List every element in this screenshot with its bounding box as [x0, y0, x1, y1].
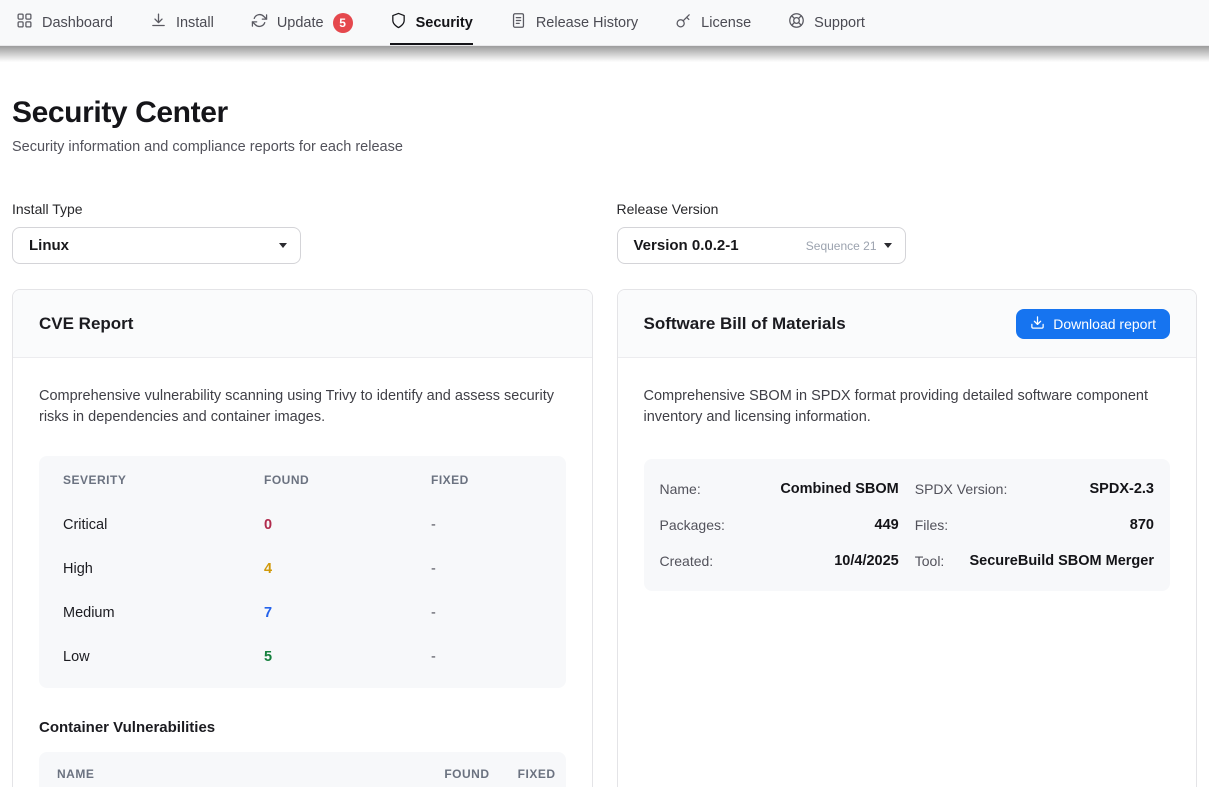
sbom-info-spdx-version: SPDX Version: SPDX-2.3 — [915, 471, 1154, 507]
download-icon — [1030, 315, 1045, 333]
sbom-card-title: Software Bill of Materials — [644, 314, 846, 334]
col-fixed: Fixed — [431, 473, 542, 487]
col-found: Found — [428, 767, 490, 781]
fixed-count: - — [431, 649, 542, 665]
col-fixed: Fixed — [508, 767, 556, 781]
sbom-info-files: Files: 870 — [915, 507, 1154, 543]
severity-table: Severity Found Fixed Critical 0 - High 4… — [39, 456, 566, 688]
download-report-label: Download report — [1053, 316, 1156, 332]
key-icon — [675, 12, 692, 33]
cve-report-card: CVE Report Comprehensive vulnerability s… — [12, 289, 593, 787]
release-version-filter: Release Version Version 0.0.2-1 Sequence… — [617, 201, 1198, 264]
page-subtitle: Security information and compliance repo… — [12, 139, 1197, 155]
nav-label: Update — [277, 15, 324, 31]
sbom-card-body: Comprehensive SBOM in SPDX format provid… — [618, 358, 1197, 619]
nav-item-release-history[interactable]: Release History — [510, 0, 638, 45]
table-row: High 4 - — [39, 547, 566, 591]
nav-label: Dashboard — [42, 15, 113, 31]
found-count: 4 — [264, 561, 431, 577]
nav-scroll-shadow — [0, 46, 1209, 62]
install-type-value: Linux — [29, 237, 69, 254]
nav-item-install[interactable]: Install — [150, 0, 214, 45]
nav-label: Security — [416, 15, 473, 31]
main-content: Security Center Security information and… — [0, 96, 1209, 787]
sbom-info-name: Name: Combined SBOM — [660, 471, 899, 507]
fixed-count: - — [431, 517, 542, 533]
install-type-label: Install Type — [12, 201, 593, 217]
lifebuoy-icon — [788, 12, 805, 33]
sbom-description: Comprehensive SBOM in SPDX format provid… — [644, 386, 1171, 429]
table-row: Low 5 - — [39, 635, 566, 679]
download-report-button[interactable]: Download report — [1016, 309, 1170, 339]
document-icon — [510, 12, 527, 33]
release-version-label: Release Version — [617, 201, 1198, 217]
sequence-label: Sequence 21 — [806, 239, 877, 253]
nav-label: License — [701, 15, 751, 31]
container-vulnerabilities-header: Name Found Fixed — [39, 752, 566, 787]
sbom-card-header: Software Bill of Materials Download repo… — [618, 290, 1197, 358]
sbom-info-created: Created: 10/4/2025 — [660, 543, 899, 579]
cve-card-body: Comprehensive vulnerability scanning usi… — [13, 358, 592, 787]
found-count: 0 — [264, 517, 431, 533]
col-severity: Severity — [63, 473, 264, 487]
update-count-badge: 5 — [333, 13, 353, 33]
release-version-select[interactable]: Version 0.0.2-1 Sequence 21 — [617, 227, 906, 264]
col-found: Found — [264, 473, 431, 487]
filter-row: Install Type Linux Release Version Versi… — [12, 201, 1197, 264]
nav-label: Support — [814, 15, 865, 31]
sbom-info-panel: Name: Combined SBOM SPDX Version: SPDX-2… — [644, 459, 1171, 591]
nav-label: Install — [176, 15, 214, 31]
release-version-value: Version 0.0.2-1 — [634, 237, 739, 254]
table-row: Critical 0 - — [39, 503, 566, 547]
nav-item-dashboard[interactable]: Dashboard — [16, 0, 113, 45]
nav-item-license[interactable]: License — [675, 0, 751, 45]
chevron-down-icon — [884, 243, 892, 248]
cve-card-header: CVE Report — [13, 290, 592, 358]
sbom-card: Software Bill of Materials Download repo… — [617, 289, 1198, 787]
report-cards: CVE Report Comprehensive vulnerability s… — [12, 289, 1197, 787]
col-name: Name — [57, 767, 428, 781]
shield-icon — [390, 12, 407, 33]
top-nav: Dashboard Install Update 5 Security Rele… — [0, 0, 1209, 46]
table-row: Medium 7 - — [39, 591, 566, 635]
found-count: 7 — [264, 605, 431, 621]
fixed-count: - — [431, 605, 542, 621]
nav-item-support[interactable]: Support — [788, 0, 865, 45]
cve-card-title: CVE Report — [39, 314, 133, 334]
fixed-count: - — [431, 561, 542, 577]
chevron-down-icon — [279, 243, 287, 248]
dashboard-grid-icon — [16, 12, 33, 33]
sbom-info-packages: Packages: 449 — [660, 507, 899, 543]
container-vulnerabilities-title: Container Vulnerabilities — [39, 719, 566, 736]
refresh-icon — [251, 12, 268, 33]
severity-table-header: Severity Found Fixed — [39, 457, 566, 503]
cve-description: Comprehensive vulnerability scanning usi… — [39, 386, 566, 429]
install-type-filter: Install Type Linux — [12, 201, 593, 264]
download-icon — [150, 12, 167, 33]
nav-label: Release History — [536, 15, 638, 31]
install-type-select[interactable]: Linux — [12, 227, 301, 264]
sbom-info-tool: Tool: SecureBuild SBOM Merger — [915, 543, 1154, 579]
found-count: 5 — [264, 649, 431, 665]
page-title: Security Center — [12, 96, 1197, 130]
nav-item-update[interactable]: Update 5 — [251, 0, 353, 45]
nav-item-security[interactable]: Security — [390, 0, 473, 45]
